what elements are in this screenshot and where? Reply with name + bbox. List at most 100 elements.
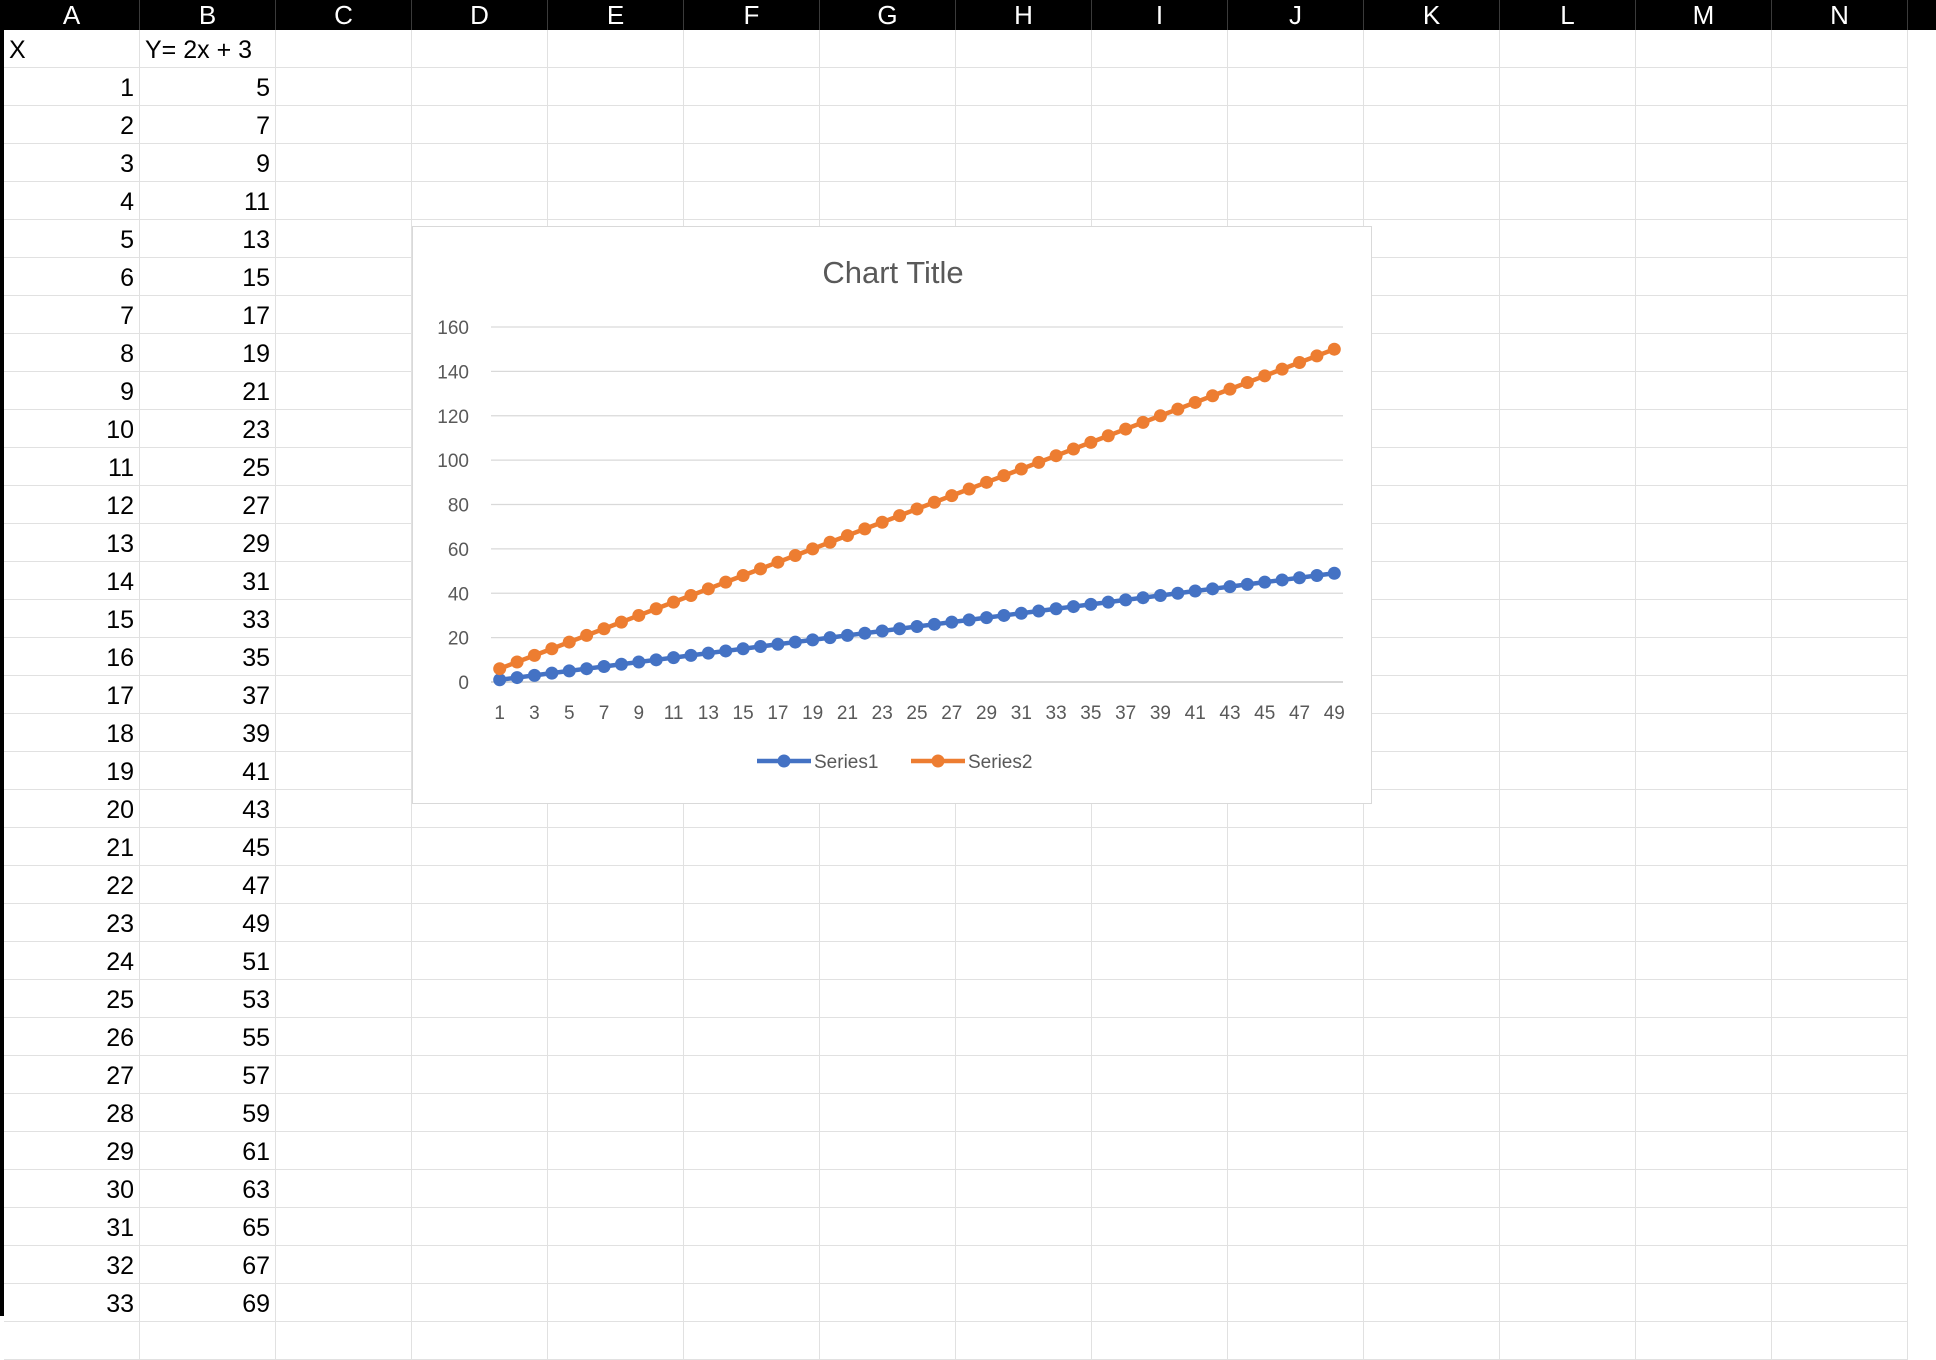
cell-h2[interactable] (956, 68, 1092, 106)
cell-a5[interactable]: 4 (4, 182, 140, 220)
cell-l31[interactable] (1500, 1170, 1636, 1208)
cell-h27[interactable] (956, 1018, 1092, 1056)
cell-j28[interactable] (1228, 1056, 1364, 1094)
cell-i25[interactable] (1092, 942, 1228, 980)
cell-a16[interactable]: 15 (4, 600, 140, 638)
cell-i1[interactable] (1092, 30, 1228, 68)
cell-l27[interactable] (1500, 1018, 1636, 1056)
cell-e30[interactable] (548, 1132, 684, 1170)
cell-e28[interactable] (548, 1056, 684, 1094)
cell-c25[interactable] (276, 942, 412, 980)
column-header-h[interactable]: H (956, 0, 1092, 30)
cell-n12[interactable] (1772, 448, 1908, 486)
cell-n2[interactable] (1772, 68, 1908, 106)
cell-a14[interactable]: 13 (4, 524, 140, 562)
cell-h26[interactable] (956, 980, 1092, 1018)
cell-d31[interactable] (412, 1170, 548, 1208)
cell-f24[interactable] (684, 904, 820, 942)
cell-a8[interactable]: 7 (4, 296, 140, 334)
cell-c19[interactable] (276, 714, 412, 752)
cell-a15[interactable]: 14 (4, 562, 140, 600)
cell-b22[interactable]: 45 (140, 828, 276, 866)
cell-k21[interactable] (1364, 790, 1500, 828)
cell-a3[interactable]: 2 (4, 106, 140, 144)
cell-g29[interactable] (820, 1094, 956, 1132)
cell-j4[interactable] (1228, 144, 1364, 182)
cell-c29[interactable] (276, 1094, 412, 1132)
cell-m9[interactable] (1636, 334, 1772, 372)
cell-g35[interactable] (820, 1322, 956, 1360)
cell-i26[interactable] (1092, 980, 1228, 1018)
cell-c28[interactable] (276, 1056, 412, 1094)
cell-m19[interactable] (1636, 714, 1772, 752)
cell-e35[interactable] (548, 1322, 684, 1360)
cell-k35[interactable] (1364, 1322, 1500, 1360)
cell-e29[interactable] (548, 1094, 684, 1132)
cell-c6[interactable] (276, 220, 412, 258)
cell-j30[interactable] (1228, 1132, 1364, 1170)
column-header-j[interactable]: J (1228, 0, 1364, 30)
cell-e26[interactable] (548, 980, 684, 1018)
cell-m26[interactable] (1636, 980, 1772, 1018)
cell-l7[interactable] (1500, 258, 1636, 296)
cell-b14[interactable]: 29 (140, 524, 276, 562)
cell-d4[interactable] (412, 144, 548, 182)
cell-c13[interactable] (276, 486, 412, 524)
cell-b21[interactable]: 43 (140, 790, 276, 828)
cell-b25[interactable]: 51 (140, 942, 276, 980)
cell-c3[interactable] (276, 106, 412, 144)
cell-k25[interactable] (1364, 942, 1500, 980)
cell-k33[interactable] (1364, 1246, 1500, 1284)
cell-j31[interactable] (1228, 1170, 1364, 1208)
cell-f2[interactable] (684, 68, 820, 106)
cell-a4[interactable]: 3 (4, 144, 140, 182)
cell-n8[interactable] (1772, 296, 1908, 334)
cell-g2[interactable] (820, 68, 956, 106)
cell-n7[interactable] (1772, 258, 1908, 296)
cell-a29[interactable]: 28 (4, 1094, 140, 1132)
cell-m14[interactable] (1636, 524, 1772, 562)
cell-i31[interactable] (1092, 1170, 1228, 1208)
cell-i4[interactable] (1092, 144, 1228, 182)
cell-k29[interactable] (1364, 1094, 1500, 1132)
cell-b31[interactable]: 63 (140, 1170, 276, 1208)
cell-k18[interactable] (1364, 676, 1500, 714)
cell-j34[interactable] (1228, 1284, 1364, 1322)
cell-f34[interactable] (684, 1284, 820, 1322)
cell-c31[interactable] (276, 1170, 412, 1208)
cell-f25[interactable] (684, 942, 820, 980)
cell-n17[interactable] (1772, 638, 1908, 676)
cell-n33[interactable] (1772, 1246, 1908, 1284)
cell-f27[interactable] (684, 1018, 820, 1056)
cell-l18[interactable] (1500, 676, 1636, 714)
cell-g26[interactable] (820, 980, 956, 1018)
cell-n23[interactable] (1772, 866, 1908, 904)
cell-n24[interactable] (1772, 904, 1908, 942)
cell-n26[interactable] (1772, 980, 1908, 1018)
cell-d23[interactable] (412, 866, 548, 904)
cell-a21[interactable]: 20 (4, 790, 140, 828)
cell-b5[interactable]: 11 (140, 182, 276, 220)
cell-h33[interactable] (956, 1246, 1092, 1284)
cell-m5[interactable] (1636, 182, 1772, 220)
cell-m32[interactable] (1636, 1208, 1772, 1246)
cell-k8[interactable] (1364, 296, 1500, 334)
cell-d34[interactable] (412, 1284, 548, 1322)
cell-i23[interactable] (1092, 866, 1228, 904)
cell-b19[interactable]: 39 (140, 714, 276, 752)
cell-c5[interactable] (276, 182, 412, 220)
cell-c8[interactable] (276, 296, 412, 334)
cell-a32[interactable]: 31 (4, 1208, 140, 1246)
cell-k5[interactable] (1364, 182, 1500, 220)
cell-d2[interactable] (412, 68, 548, 106)
cell-h30[interactable] (956, 1132, 1092, 1170)
cell-a9[interactable]: 8 (4, 334, 140, 372)
cell-c35[interactable] (276, 1322, 412, 1360)
cell-i3[interactable] (1092, 106, 1228, 144)
column-header-n[interactable]: N (1772, 0, 1908, 30)
cell-c16[interactable] (276, 600, 412, 638)
cell-d1[interactable] (412, 30, 548, 68)
cell-f35[interactable] (684, 1322, 820, 1360)
cell-c33[interactable] (276, 1246, 412, 1284)
cell-k22[interactable] (1364, 828, 1500, 866)
